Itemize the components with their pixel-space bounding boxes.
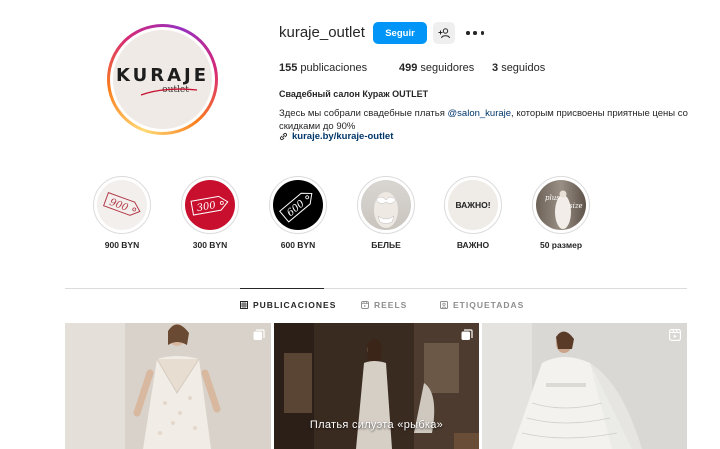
- post-tile[interactable]: [65, 323, 271, 449]
- profile-username: kuraje_outlet: [279, 24, 365, 41]
- following-count-label: seguidos: [501, 62, 546, 74]
- avatar-brand-text: KURAJE: [115, 64, 210, 86]
- following-count-value: 3: [492, 62, 499, 74]
- post-tile[interactable]: [482, 323, 687, 449]
- highlight-label: 900 BYN: [104, 240, 140, 250]
- highlight-label: 50 размер: [539, 240, 583, 250]
- follow-button[interactable]: Seguir: [373, 22, 427, 44]
- highlight-tag-text: ВАЖНО!: [455, 200, 491, 210]
- bio-text-start: Здесь мы собрали свадебные платья: [279, 108, 448, 119]
- followers-count[interactable]: 499 seguidores: [399, 62, 492, 74]
- price-tag-icon: 600: [279, 192, 313, 223]
- post-image: [482, 323, 687, 449]
- plus-size-photo: plus size: [545, 190, 583, 229]
- active-tab-indicator: [240, 288, 324, 289]
- price-tag-icon: 900: [102, 191, 141, 216]
- followers-count-label: seguidores: [420, 62, 475, 74]
- post-caption: Платья силуэта «рыбка»: [309, 419, 444, 431]
- tab-posts-label: PUBLICACIONES: [253, 300, 337, 310]
- posts-count: 155 publicaciones: [279, 62, 399, 74]
- grid-icon: [240, 301, 248, 309]
- following-count[interactable]: 3 seguidos: [492, 62, 545, 74]
- profile-website-link[interactable]: kuraje.by/kuraje-outlet: [279, 131, 393, 142]
- tab-tagged-label: ETIQUETADAS: [453, 300, 525, 310]
- avatar-swoosh: [140, 88, 198, 96]
- reels-icon: [361, 301, 369, 309]
- profile-bio: Здесь мы собрали свадебные платья @salon…: [279, 108, 699, 133]
- tab-posts[interactable]: PUBLICACIONES: [240, 300, 336, 310]
- followers-count-value: 499: [399, 62, 418, 74]
- bio-mention-link[interactable]: @salon_kuraje: [448, 108, 512, 119]
- highlight-label: 300 BYN: [192, 240, 228, 250]
- reel-icon: [669, 329, 681, 341]
- posts-count-value: 155: [279, 62, 298, 74]
- tab-reels[interactable]: REELS: [361, 300, 407, 310]
- carousel-icon: [461, 329, 473, 340]
- carousel-icon: [253, 329, 265, 340]
- suggested-accounts-button[interactable]: [433, 22, 455, 44]
- highlight-important[interactable]: ВАЖНО! ВАЖНО: [443, 176, 503, 250]
- post-image: [65, 323, 271, 449]
- highlight-tag-text: size: [569, 202, 583, 210]
- highlight-600-byn[interactable]: 600 600 BYN: [268, 176, 328, 250]
- link-icon: [279, 132, 288, 141]
- profile-stats: 155 publicaciones 499 seguidores 3 segui…: [279, 62, 545, 74]
- tabs-divider: [65, 288, 687, 289]
- tagged-icon: [440, 301, 448, 309]
- highlight-label: 600 BYN: [280, 240, 316, 250]
- posts-count-label: publicaciones: [300, 62, 368, 74]
- profile-avatar[interactable]: KURAJE outlet: [107, 24, 218, 135]
- highlight-label: ВАЖНО: [456, 240, 490, 250]
- price-tag-icon: 300: [190, 195, 229, 216]
- post-tile[interactable]: Платья силуэта «рыбка»: [274, 323, 479, 449]
- profile-full-name: Свадебный салон Кураж OUTLET: [279, 89, 429, 99]
- highlight-size-50[interactable]: plus size 50 размер: [531, 176, 591, 250]
- more-options-button[interactable]: [466, 26, 484, 40]
- tab-reels-label: REELS: [374, 300, 408, 310]
- highlight-300-byn[interactable]: 300 300 BYN: [180, 176, 240, 250]
- highlight-tag-text: plus: [545, 194, 560, 202]
- add-user-icon: [438, 28, 450, 39]
- more-dot-icon: [473, 31, 477, 35]
- lingerie-photo: [374, 192, 398, 228]
- tab-tagged[interactable]: ETIQUETADAS: [440, 300, 524, 310]
- more-dot-icon: [466, 31, 470, 35]
- highlight-label: БЕЛЬЕ: [371, 240, 401, 250]
- highlight-tag-text: 300: [196, 200, 217, 214]
- profile-website-text: kuraje.by/kuraje-outlet: [292, 131, 394, 142]
- highlight-900-byn[interactable]: 900 900 BYN: [92, 176, 152, 250]
- highlight-lingerie[interactable]: БЕЛЬЕ: [356, 176, 416, 250]
- more-dot-icon: [480, 31, 484, 35]
